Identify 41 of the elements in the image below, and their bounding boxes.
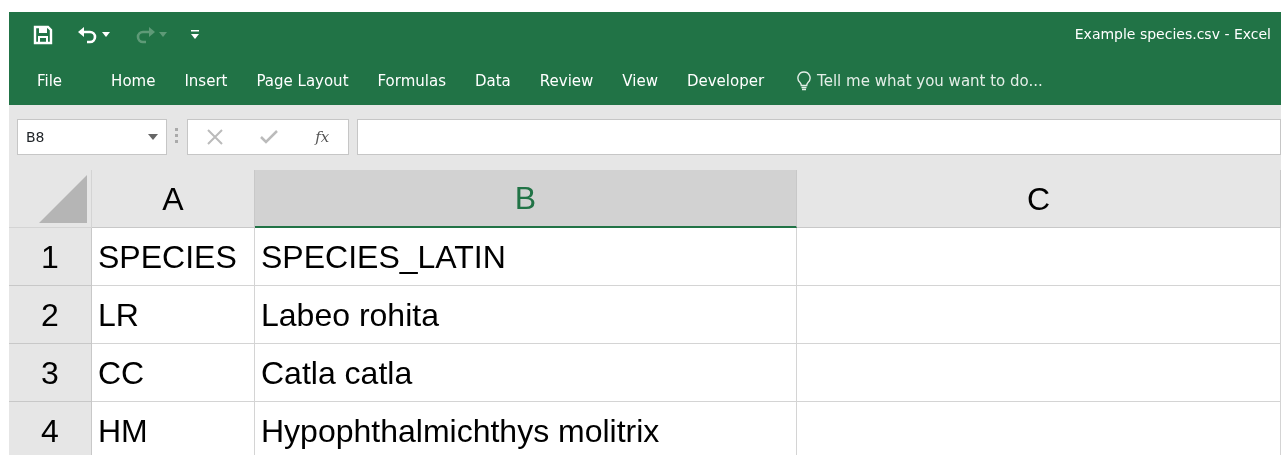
ribbon-tab[interactable]: Page Layout xyxy=(248,65,357,97)
table-cell: CC xyxy=(92,344,255,402)
table-cell: LR xyxy=(92,286,255,344)
caret-icon xyxy=(148,134,158,140)
ribbon-tab[interactable]: Data xyxy=(467,65,519,97)
formula-field[interactable] xyxy=(357,119,1281,155)
lightbulb-icon xyxy=(797,71,812,91)
table-cell: SPECIES_LATIN xyxy=(255,228,797,286)
undo-icon xyxy=(77,24,99,45)
ribbon-tab[interactable]: Home xyxy=(103,65,164,97)
tell-me-field[interactable]: Tell me what you want to do... xyxy=(797,69,1043,93)
save-icon xyxy=(33,24,53,45)
row-header[interactable]: 4 xyxy=(9,402,92,455)
column-header[interactable]: C xyxy=(797,170,1281,228)
ribbon-tab[interactable]: Formulas xyxy=(369,65,454,97)
ribbon-tab[interactable]: Review xyxy=(531,65,602,97)
cancel-icon[interactable] xyxy=(206,129,223,145)
ribbon-tab[interactable]: File xyxy=(29,65,71,97)
table-cell: SPECIES xyxy=(92,228,255,286)
insert-function-button[interactable]: fx xyxy=(315,125,330,149)
window-title: Example species.csv - Excel xyxy=(1074,25,1271,44)
ribbon-tab[interactable]: View xyxy=(614,65,666,97)
caret-icon xyxy=(102,32,110,37)
caret-icon xyxy=(159,32,167,37)
ribbon-tab[interactable]: Insert xyxy=(176,65,236,97)
grip-icon xyxy=(175,127,179,145)
customize-icon xyxy=(191,30,199,39)
column-header[interactable]: B xyxy=(255,170,797,228)
table-cell: Hypophthalmichthys molitrix xyxy=(255,402,797,455)
table-cell: Labeo rohita xyxy=(255,286,797,344)
table-cell: HM xyxy=(92,402,255,455)
ribbon-tab[interactable]: Developer xyxy=(678,65,773,97)
redo-icon xyxy=(134,24,156,45)
checkmark-icon[interactable] xyxy=(260,130,278,144)
table-cell: Catla catla xyxy=(255,344,797,402)
row-header[interactable]: 3 xyxy=(9,344,92,402)
row-header[interactable]: 2 xyxy=(9,286,92,344)
row-header[interactable]: 1 xyxy=(9,228,92,286)
corner-triangle-icon xyxy=(39,175,87,223)
name-box[interactable]: B8 xyxy=(17,119,167,155)
column-header[interactable]: A xyxy=(92,170,255,228)
